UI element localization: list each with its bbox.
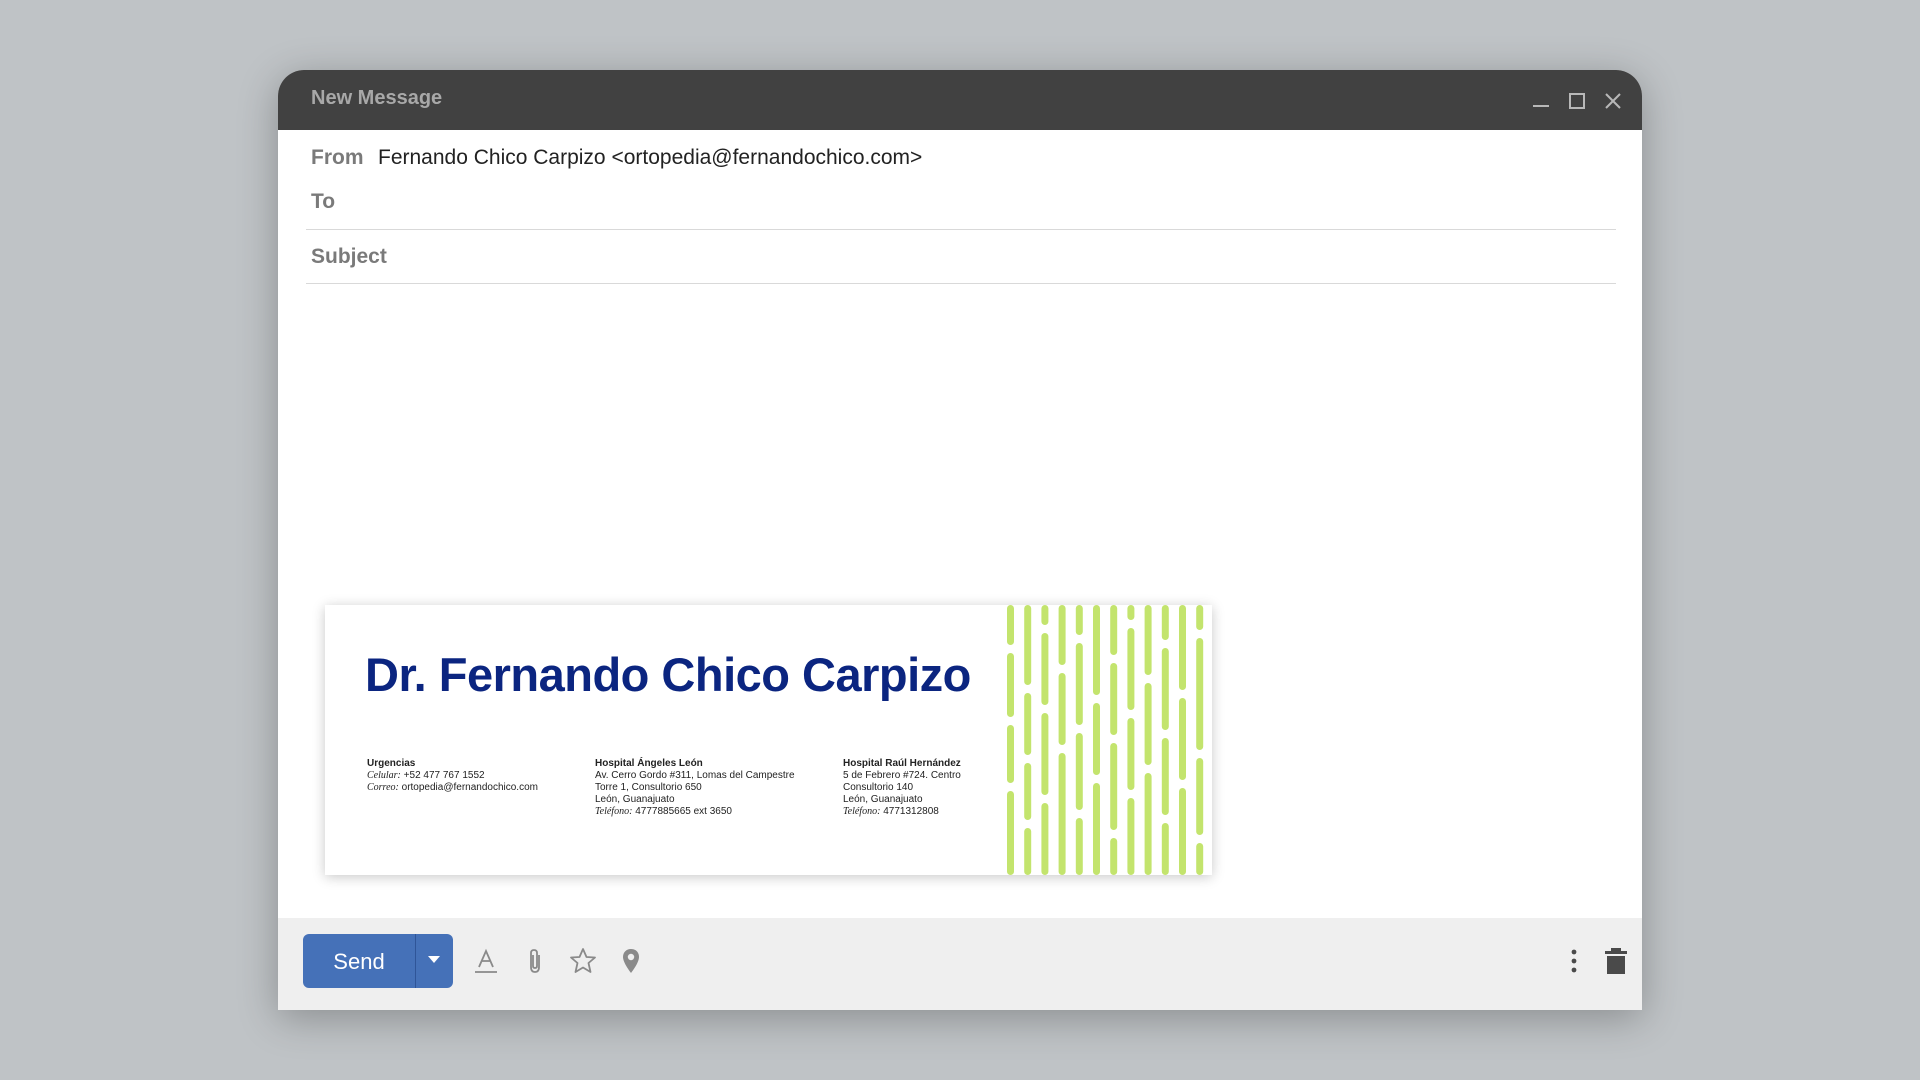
stripe-segment [1007,605,1014,645]
minimize-icon[interactable] [1528,88,1554,114]
stripe-segment [1127,605,1135,620]
stripe-segment [1041,605,1049,625]
signature-hospital-raul: Hospital Raúl Hernández 5 de Febrero #72… [843,758,961,818]
stripe-segment [1058,605,1066,665]
signature-name: Dr. Fernando Chico Carpizo [365,648,971,701]
title-bar: New Message [278,70,1642,130]
maximize-icon[interactable] [1564,88,1590,114]
angeles-line1: Av. Cerro Gordo #311, Lomas del Campestr… [595,770,795,781]
email-signature: Dr. Fernando Chico Carpizo Urgencias Cel… [325,605,1212,875]
signature-stripes-decoration [1007,605,1204,875]
stripe-segment [1161,823,1169,875]
stripe-segment [1024,605,1032,685]
compose-window: New Message From Fernando Chico Carpizo … [278,70,1642,1010]
stripe-segment [1161,648,1169,730]
more-vert-icon[interactable] [1559,946,1589,976]
stripe-segment [1007,725,1014,783]
close-icon[interactable] [1600,88,1626,114]
attach-icon[interactable] [520,946,550,976]
send-button[interactable]: Send [303,934,415,988]
from-address[interactable]: Fernando Chico Carpizo <ortopedia@fernan… [378,146,922,170]
subject-divider [306,283,1616,284]
urgencias-email: Correo: ortopedia@fernandochico.com [367,782,538,793]
stripe-segment [1058,753,1066,875]
stripe-segment [1144,683,1152,765]
stripe-segment [1161,605,1169,640]
stripe-segment [1179,605,1186,690]
raul-line3: León, Guanajuato [843,794,923,805]
stripe-segment [1041,633,1049,705]
stripe-segment [1024,828,1032,875]
stripe-segment [1110,743,1118,830]
compose-toolbar: Send [278,918,1642,1010]
urgencias-phone: Celular: +52 477 767 1552 [367,770,485,781]
subject-label: Subject [311,245,387,268]
stripe-segment [1110,605,1118,655]
raul-line2: Consultorio 140 [843,782,914,793]
signature-hospital-angeles: Hospital Ángeles León Av. Cerro Gordo #3… [595,758,795,818]
stripe-segment [1127,628,1135,710]
stripe-segment [1127,718,1135,790]
stripe-segment [1196,605,1204,630]
stripe-segment [1110,838,1118,875]
trash-icon[interactable] [1601,946,1631,976]
location-icon[interactable] [616,946,646,976]
raul-phone: Teléfono: 4771312808 [843,806,939,817]
subject-input[interactable] [408,239,1612,273]
stripe-segment [1093,605,1100,695]
stripe-segment [1093,783,1100,875]
to-input[interactable] [358,184,1612,218]
from-label: From [311,146,364,169]
stripe-segment [1041,713,1049,795]
stripe-segment [1024,763,1032,820]
stripe-segment [1110,663,1118,735]
stripe-segment [1007,653,1014,717]
stripe-segment [1144,605,1152,675]
raul-line1: 5 de Febrero #724. Centro [843,770,961,781]
format-text-icon[interactable] [471,946,501,976]
stripe-segment [1075,643,1083,725]
angeles-line2: Torre 1, Consultorio 650 [595,782,702,793]
stripe-segment [1041,803,1049,875]
stripe-segment [1024,693,1032,755]
star-icon[interactable] [568,946,598,976]
urgencias-heading: Urgencias [367,758,416,769]
stripe-segment [1179,788,1186,875]
stripe-segment [1161,738,1169,815]
stripe-segment [1196,843,1204,875]
to-divider [306,229,1616,230]
angeles-heading: Hospital Ángeles León [595,758,703,769]
angeles-phone: Teléfono: 4777885665 ext 3650 [595,806,732,817]
stripe-segment [1058,673,1066,745]
stripe-segment [1144,773,1152,875]
stripe-segment [1075,733,1083,810]
window-title: New Message [311,87,443,109]
send-options-button[interactable] [415,934,453,988]
stripe-segment [1127,798,1135,875]
stripe-segment [1075,605,1083,635]
signature-urgencias: Urgencias Celular: +52 477 767 1552 Corr… [367,758,538,794]
chevron-down-icon [428,956,440,963]
stripe-segment [1179,698,1186,780]
raul-heading: Hospital Raúl Hernández [843,758,961,769]
stripe-segment [1093,703,1100,775]
angeles-line3: León, Guanajuato [595,794,675,805]
stripe-segment [1075,818,1083,875]
stripe-segment [1196,638,1204,750]
to-label: To [311,190,336,213]
stripe-segment [1007,791,1014,875]
stripe-segment [1196,758,1204,835]
